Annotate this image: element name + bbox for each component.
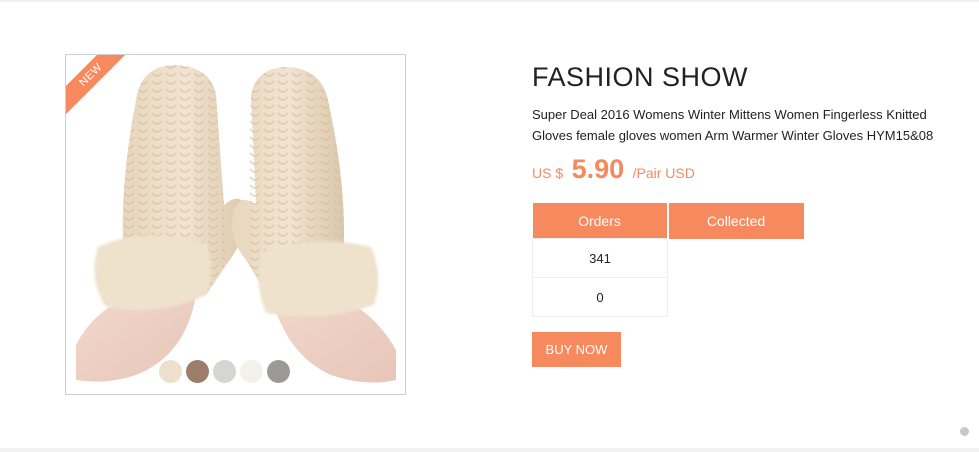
price-unit: /Pair USD — [632, 165, 695, 181]
color-swatch[interactable] — [186, 360, 209, 383]
mittens-image[interactable] — [66, 55, 405, 394]
scroll-indicator[interactable] — [960, 427, 969, 436]
store-title: FASHION SHOW — [532, 62, 749, 92]
top-divider — [0, 0, 979, 2]
buy-now-button[interactable]: BUY NOW — [532, 332, 621, 367]
orders-count: 341 — [532, 238, 668, 278]
color-swatch[interactable] — [213, 360, 236, 383]
order-stats-table: Orders Collected 341 0 — [532, 203, 806, 317]
product-description[interactable]: Super Deal 2016 Womens Winter Mittens Wo… — [532, 104, 952, 146]
price: US $ 5.90 /Pair USD — [532, 154, 695, 185]
product-image-frame[interactable]: NEW — [65, 54, 406, 395]
color-swatches — [159, 360, 290, 383]
color-swatch[interactable] — [159, 360, 182, 383]
color-swatch[interactable] — [240, 360, 263, 383]
bottom-divider — [0, 448, 979, 452]
collected-count: 0 — [532, 277, 668, 317]
price-currency: US $ — [532, 165, 564, 181]
orders-header: Orders — [532, 203, 669, 239]
color-swatch[interactable] — [267, 360, 290, 383]
collected-header: Collected — [667, 203, 806, 239]
price-amount: 5.90 — [571, 154, 625, 184]
